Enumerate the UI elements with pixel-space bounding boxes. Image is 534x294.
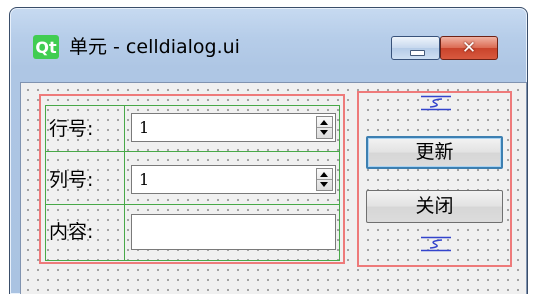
- minimize-icon: [410, 50, 425, 56]
- minimize-button[interactable]: [391, 36, 440, 60]
- close-window-button[interactable]: ✕: [440, 36, 498, 60]
- column-spinbox[interactable]: 1: [131, 165, 336, 194]
- spin-down-icon[interactable]: [320, 130, 328, 135]
- row-value: 1: [139, 118, 150, 137]
- vertical-spacer-icon: [421, 95, 451, 111]
- update-button[interactable]: 更新: [366, 136, 503, 169]
- close-button[interactable]: 关闭: [366, 190, 503, 223]
- column-label: 列号:: [49, 169, 94, 191]
- qt-logo: Qt: [33, 35, 59, 59]
- close-icon: ✕: [461, 38, 477, 58]
- spin-arrows-icon[interactable]: [316, 168, 333, 191]
- spin-up-icon[interactable]: [320, 120, 328, 125]
- column-value: 1: [139, 170, 150, 189]
- form-row-divider: [45, 151, 340, 152]
- spin-down-icon[interactable]: [320, 182, 328, 187]
- content-label: 内容:: [49, 221, 94, 243]
- form-column-divider: [124, 105, 125, 261]
- form-row-divider: [45, 204, 340, 205]
- content-input[interactable]: [131, 214, 336, 250]
- window-title: 单元 - celldialog.ui: [69, 36, 240, 58]
- row-spinbox[interactable]: 1: [131, 113, 336, 142]
- spin-arrows-icon[interactable]: [316, 116, 333, 139]
- row-label: 行号:: [49, 118, 94, 140]
- spin-up-icon[interactable]: [320, 172, 328, 177]
- vertical-spacer-icon: [421, 236, 451, 252]
